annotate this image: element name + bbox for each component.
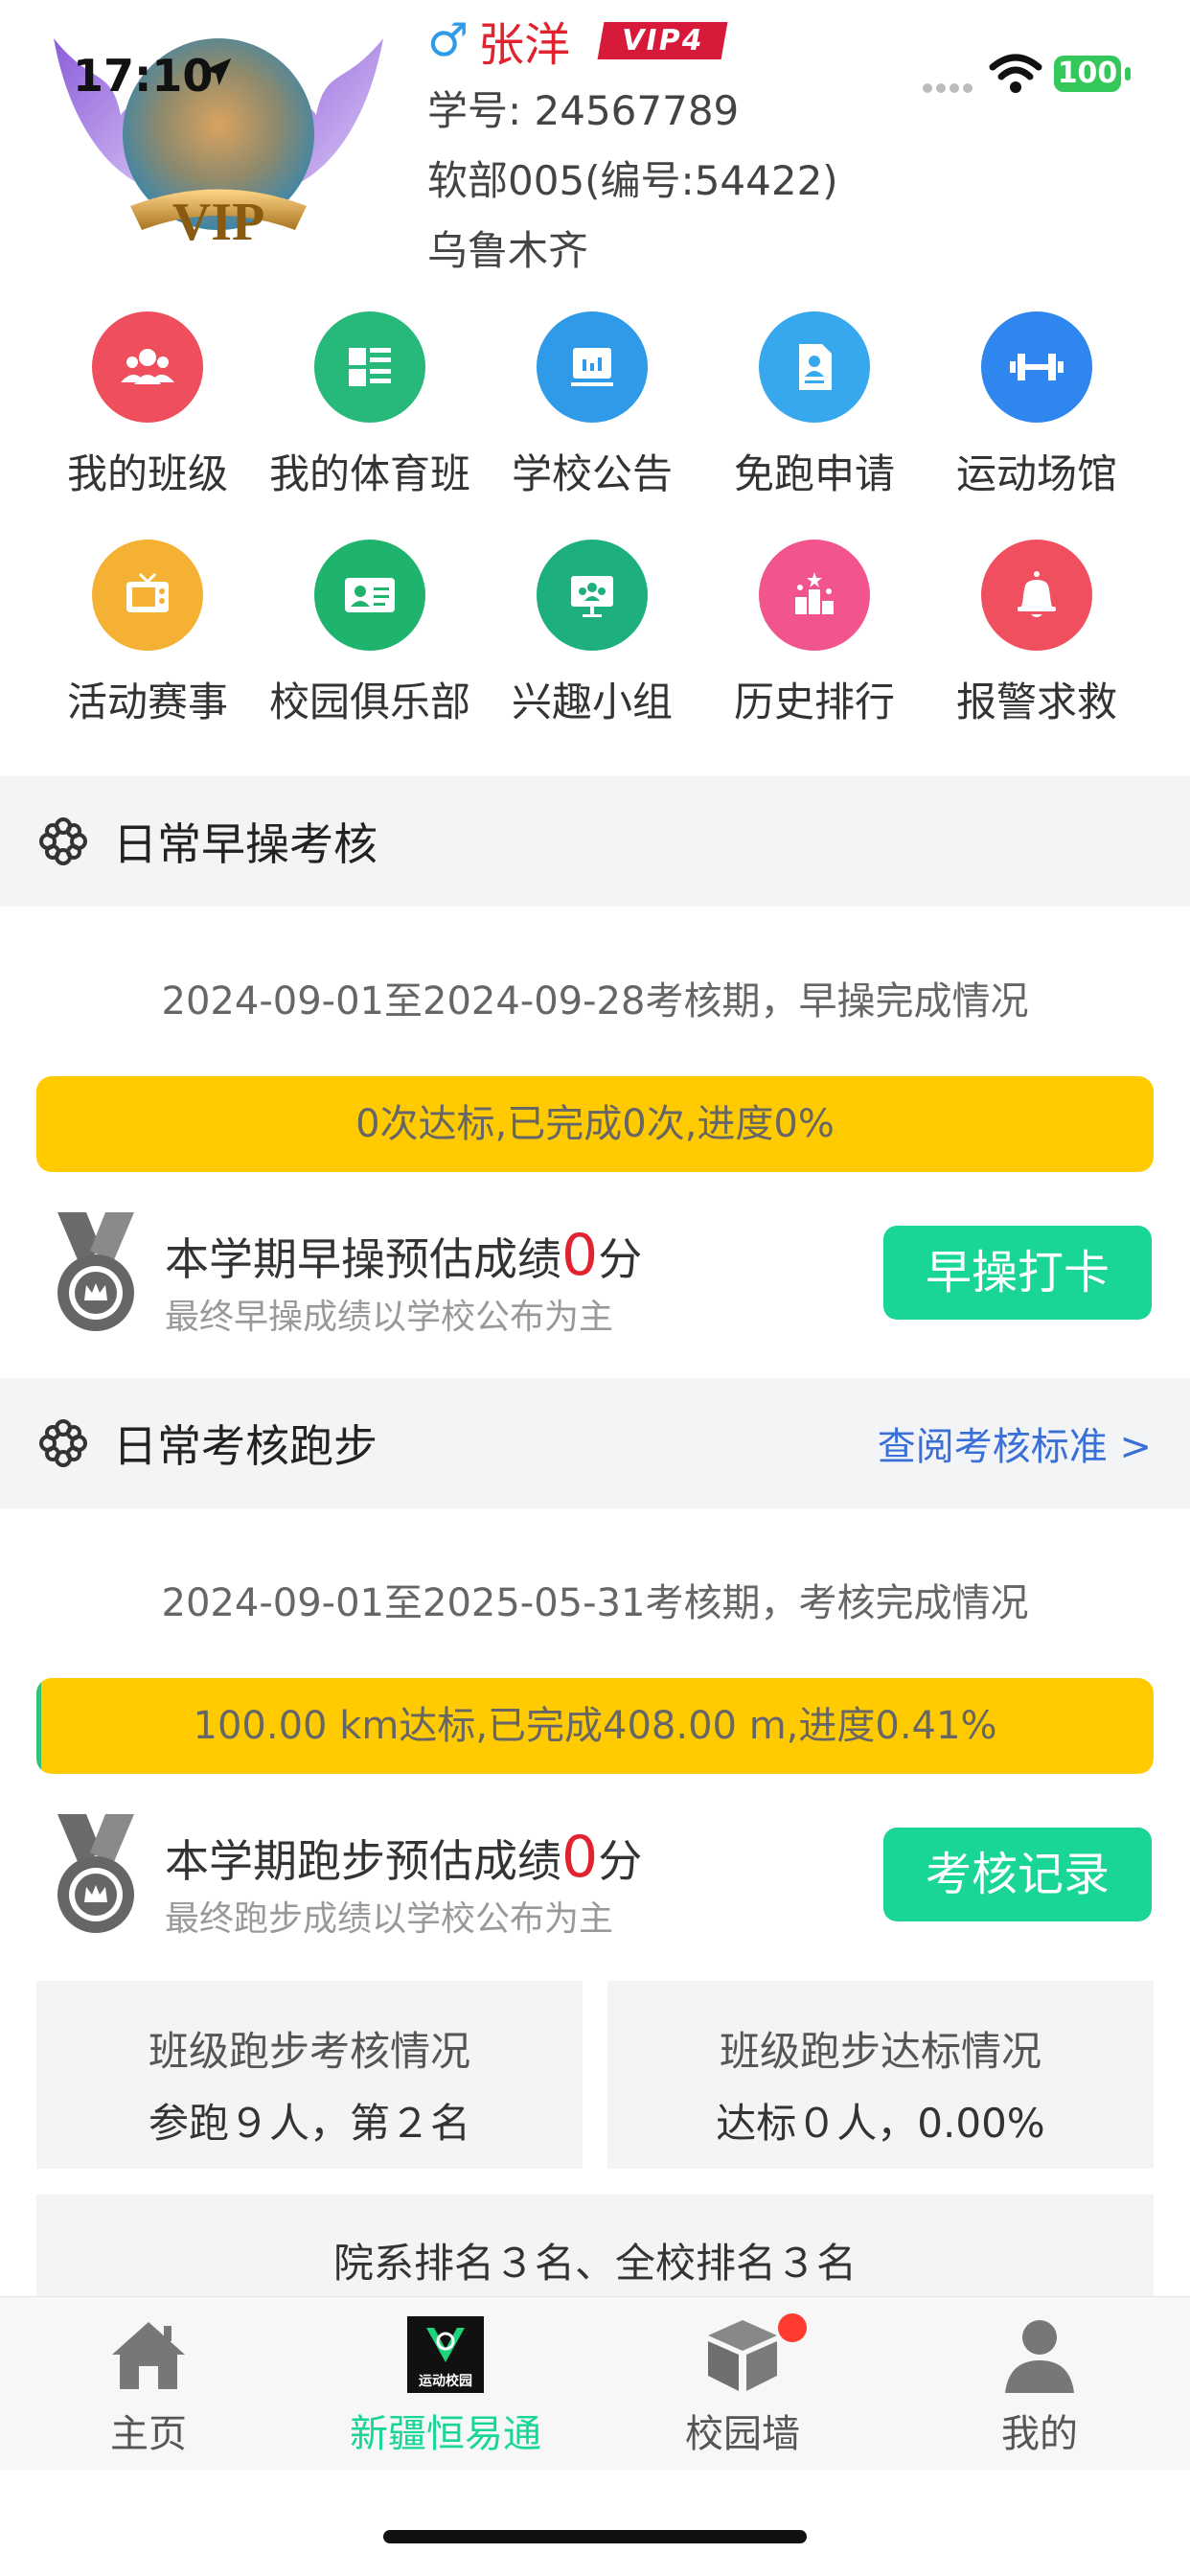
grid-item-my-class[interactable]: 我的班级 bbox=[36, 311, 259, 540]
battery-nub bbox=[1125, 67, 1131, 80]
tab-campus-wall[interactable]: 校园墙 bbox=[594, 2297, 891, 2470]
id-card-icon bbox=[314, 540, 425, 651]
morning-progress-text: 0次达标,已完成0次,进度0% bbox=[355, 1102, 835, 1146]
class-info: 软部005(编号:54422) bbox=[427, 157, 838, 204]
score-suffix: 分 bbox=[598, 1233, 643, 1285]
tab-label: 新疆恒易通 bbox=[350, 2412, 541, 2456]
running-progress-text: 100.00 km达标,已完成408.00 m,进度0.41% bbox=[193, 1704, 997, 1748]
board-icon bbox=[537, 311, 648, 423]
running-score-row: 本学期跑步预估成绩0分 最终跑步成绩以学校公布为主 考核记录 bbox=[0, 1814, 1190, 1939]
vip-badge: VIP4 bbox=[597, 21, 728, 59]
app-logo-text: 运动校园 bbox=[419, 2373, 472, 2389]
tab-label: 校园墙 bbox=[685, 2412, 800, 2456]
bell-icon bbox=[981, 540, 1092, 651]
morning-score-row: 本学期早操预估成绩0分 最终早操成绩以学校公布为主 早操打卡 bbox=[0, 1212, 1190, 1337]
morning-checkin-button[interactable]: 早操打卡 bbox=[883, 1226, 1152, 1320]
grid-item-my-pe-class[interactable]: 我的体育班 bbox=[259, 311, 481, 540]
tab-label: 我的 bbox=[1001, 2412, 1078, 2456]
morning-progress-bar: 0次达标,已完成0次,进度0% bbox=[36, 1076, 1154, 1172]
grid-item-emergency-alarm[interactable]: 报警求救 bbox=[926, 540, 1148, 768]
home-icon bbox=[108, 2314, 189, 2395]
grid-label: 学校公告 bbox=[511, 450, 673, 497]
grid-label: 免跑申请 bbox=[733, 450, 895, 497]
medal-icon bbox=[57, 1212, 134, 1331]
score-value: 0 bbox=[561, 1824, 599, 1891]
morning-score: 本学期早操预估成绩0分 bbox=[165, 1222, 642, 1289]
person-icon bbox=[999, 2314, 1080, 2395]
section-title: 日常考核跑步 bbox=[113, 1420, 378, 1472]
home-indicator[interactable] bbox=[383, 2530, 807, 2543]
tab-bar: 主页 运动校园 新疆恒易通 校园墙 我的 bbox=[0, 2296, 1190, 2470]
grid-item-events[interactable]: 活动赛事 bbox=[36, 540, 259, 768]
tab-home[interactable]: 主页 bbox=[0, 2297, 297, 2470]
male-icon: ♂ bbox=[427, 13, 469, 67]
stat-value: 参跑９人，第２名 bbox=[148, 2100, 470, 2147]
section-title: 日常早操考核 bbox=[113, 818, 378, 870]
name-line: ♂ 张洋 VIP4 bbox=[427, 13, 838, 72]
running-score: 本学期跑步预估成绩0分 bbox=[165, 1824, 642, 1891]
rank-box: 院系排名３名、全校排名３名 bbox=[36, 2195, 1154, 2310]
presentation-icon bbox=[537, 540, 648, 651]
stat-title: 班级跑步考核情况 bbox=[148, 2028, 470, 2075]
class-standard-stat: 班级跑步达标情况 达标０人，0.00% bbox=[607, 1981, 1154, 2169]
function-grid: 我的班级 我的体育班 学校公告 免跑申请 运动场馆 活动赛事 校园俱乐部 兴趣小… bbox=[0, 311, 1190, 768]
cube-icon bbox=[702, 2314, 783, 2395]
status-time: 17:10 bbox=[73, 50, 214, 102]
grid-label: 我的体育班 bbox=[268, 450, 470, 497]
grid-item-history-ranking[interactable]: 历史排行 bbox=[703, 540, 926, 768]
cellular-signal-icon bbox=[923, 83, 973, 93]
grid-label: 历史排行 bbox=[733, 678, 895, 725]
city: 乌鲁木齐 bbox=[427, 227, 589, 274]
class-exam-stat: 班级跑步考核情况 参跑９人，第２名 bbox=[36, 1981, 583, 2169]
ranking-icon bbox=[759, 540, 870, 651]
grid-item-run-exemption[interactable]: 免跑申请 bbox=[703, 311, 926, 540]
running-period: 2024-09-01至2025-05-31考核期，考核完成情况 bbox=[161, 1581, 1029, 1625]
grid-label: 校园俱乐部 bbox=[268, 678, 470, 725]
grid-label: 运动场馆 bbox=[955, 450, 1117, 497]
stat-title: 班级跑步达标情况 bbox=[719, 2028, 1041, 2075]
grid-label: 我的班级 bbox=[66, 450, 228, 497]
app-logo-icon: 运动校园 bbox=[407, 2314, 484, 2395]
section-header-morning: 日常早操考核 bbox=[0, 776, 1190, 907]
notification-dot bbox=[778, 2313, 807, 2342]
exam-record-button[interactable]: 考核记录 bbox=[883, 1828, 1152, 1921]
running-score-note: 最终跑步成绩以学校公布为主 bbox=[165, 1899, 614, 1939]
profile-info: ♂ 张洋 VIP4 学号: 24567789 软部005(编号:54422) 乌… bbox=[427, 13, 838, 277]
flower-icon bbox=[39, 1419, 87, 1467]
location-arrow-icon bbox=[203, 58, 232, 86]
tab-mine[interactable]: 我的 bbox=[891, 2297, 1188, 2470]
tab-label: 主页 bbox=[110, 2412, 187, 2456]
score-prefix: 本学期跑步预估成绩 bbox=[165, 1835, 561, 1887]
grid-label: 报警求救 bbox=[955, 678, 1117, 725]
grid-item-campus-club[interactable]: 校园俱乐部 bbox=[259, 540, 481, 768]
score-prefix: 本学期早操预估成绩 bbox=[165, 1233, 561, 1285]
score-value: 0 bbox=[561, 1222, 599, 1289]
svg-text:VIP: VIP bbox=[172, 193, 264, 252]
stat-value: 达标０人，0.00% bbox=[716, 2100, 1045, 2147]
medal-icon bbox=[57, 1814, 134, 1933]
list-icon bbox=[314, 311, 425, 423]
tab-app[interactable]: 运动校园 新疆恒易通 bbox=[297, 2297, 594, 2470]
grid-item-interest-group[interactable]: 兴趣小组 bbox=[481, 540, 703, 768]
tv-icon bbox=[92, 540, 203, 651]
battery-indicator: 100 bbox=[1054, 56, 1121, 92]
flower-icon bbox=[39, 817, 87, 865]
morning-period: 2024-09-01至2024-09-28考核期，早操完成情况 bbox=[161, 979, 1029, 1024]
morning-score-note: 最终早操成绩以学校公布为主 bbox=[165, 1298, 614, 1337]
view-standard-link[interactable]: 查阅考核标准 > bbox=[878, 1415, 1152, 1471]
wifi-icon bbox=[989, 54, 1042, 93]
grid-label: 兴趣小组 bbox=[511, 678, 673, 725]
rank-text: 院系排名３名、全校排名３名 bbox=[332, 2240, 857, 2287]
section-header-running: 日常考核跑步 查阅考核标准 > bbox=[0, 1378, 1190, 1508]
student-id: 学号: 24567789 bbox=[427, 87, 740, 134]
grid-label: 活动赛事 bbox=[66, 678, 228, 725]
group-icon bbox=[92, 311, 203, 423]
grid-item-sports-venue[interactable]: 运动场馆 bbox=[926, 311, 1148, 540]
document-icon bbox=[759, 311, 870, 423]
grid-item-announcements[interactable]: 学校公告 bbox=[481, 311, 703, 540]
score-suffix: 分 bbox=[598, 1835, 643, 1887]
user-name: 张洋 bbox=[478, 18, 571, 72]
dumbbell-icon bbox=[981, 311, 1092, 423]
running-progress-bar: 100.00 km达标,已完成408.00 m,进度0.41% bbox=[36, 1678, 1154, 1774]
